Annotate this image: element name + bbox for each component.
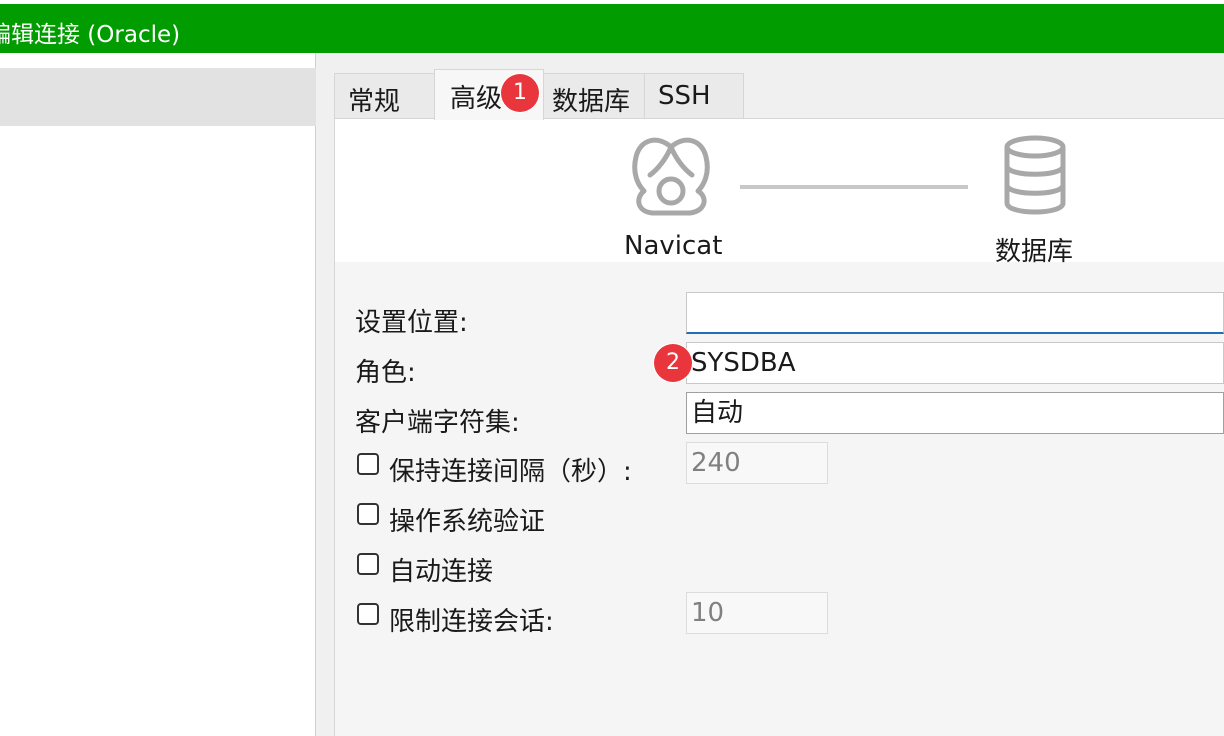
tab-database[interactable]: 数据库 [543, 73, 645, 119]
tab-ssh[interactable]: SSH [644, 73, 744, 119]
limit-sessions-checkbox[interactable] [357, 603, 379, 625]
tab-advanced-label: 高级 [450, 84, 503, 114]
tab-database-label: 数据库 [552, 87, 631, 117]
role-label: 角色: [355, 358, 416, 388]
connection-diagram: Navicat 数据库 [335, 119, 1224, 267]
title-bar: 编辑连接 (Oracle) [0, 0, 1224, 53]
limit-sessions-input[interactable]: 10 [686, 592, 828, 634]
database-label: 数据库 [995, 237, 1074, 267]
annotation-badge-1: 1 [501, 74, 539, 112]
tab-bar: 常规 高级 数据库 SSH [334, 69, 1224, 120]
annotation-badge-2: 2 [654, 344, 692, 382]
sidebar-selected-item[interactable] [0, 68, 316, 126]
os-auth-label: 操作系统验证 [389, 507, 546, 537]
limit-sessions-label: 限制连接会话: [389, 607, 554, 637]
charset-select[interactable]: 自动 [686, 392, 1224, 434]
database-icon [1004, 135, 1066, 215]
keepalive-checkbox[interactable] [357, 453, 379, 475]
settings-location-label: 设置位置: [355, 308, 468, 338]
tab-ssh-label: SSH [658, 81, 711, 111]
keepalive-label: 保持连接间隔（秒）: [389, 457, 632, 487]
connection-sidebar [0, 53, 316, 736]
os-auth-checkbox[interactable] [357, 503, 379, 525]
navicat-logo-icon [632, 137, 710, 216]
charset-label: 客户端字符集: [355, 408, 520, 438]
tab-general-label: 常规 [348, 87, 401, 117]
auto-connect-checkbox[interactable] [357, 553, 379, 575]
connection-line [740, 185, 968, 189]
navicat-label: Navicat [624, 231, 723, 261]
keepalive-interval-input[interactable]: 240 [686, 442, 828, 484]
tab-general[interactable]: 常规 [334, 73, 435, 119]
role-select[interactable]: SYSDBA [686, 342, 1224, 384]
auto-connect-label: 自动连接 [389, 557, 494, 587]
window-title: 编辑连接 (Oracle) [0, 22, 181, 48]
settings-location-input[interactable] [686, 292, 1224, 334]
